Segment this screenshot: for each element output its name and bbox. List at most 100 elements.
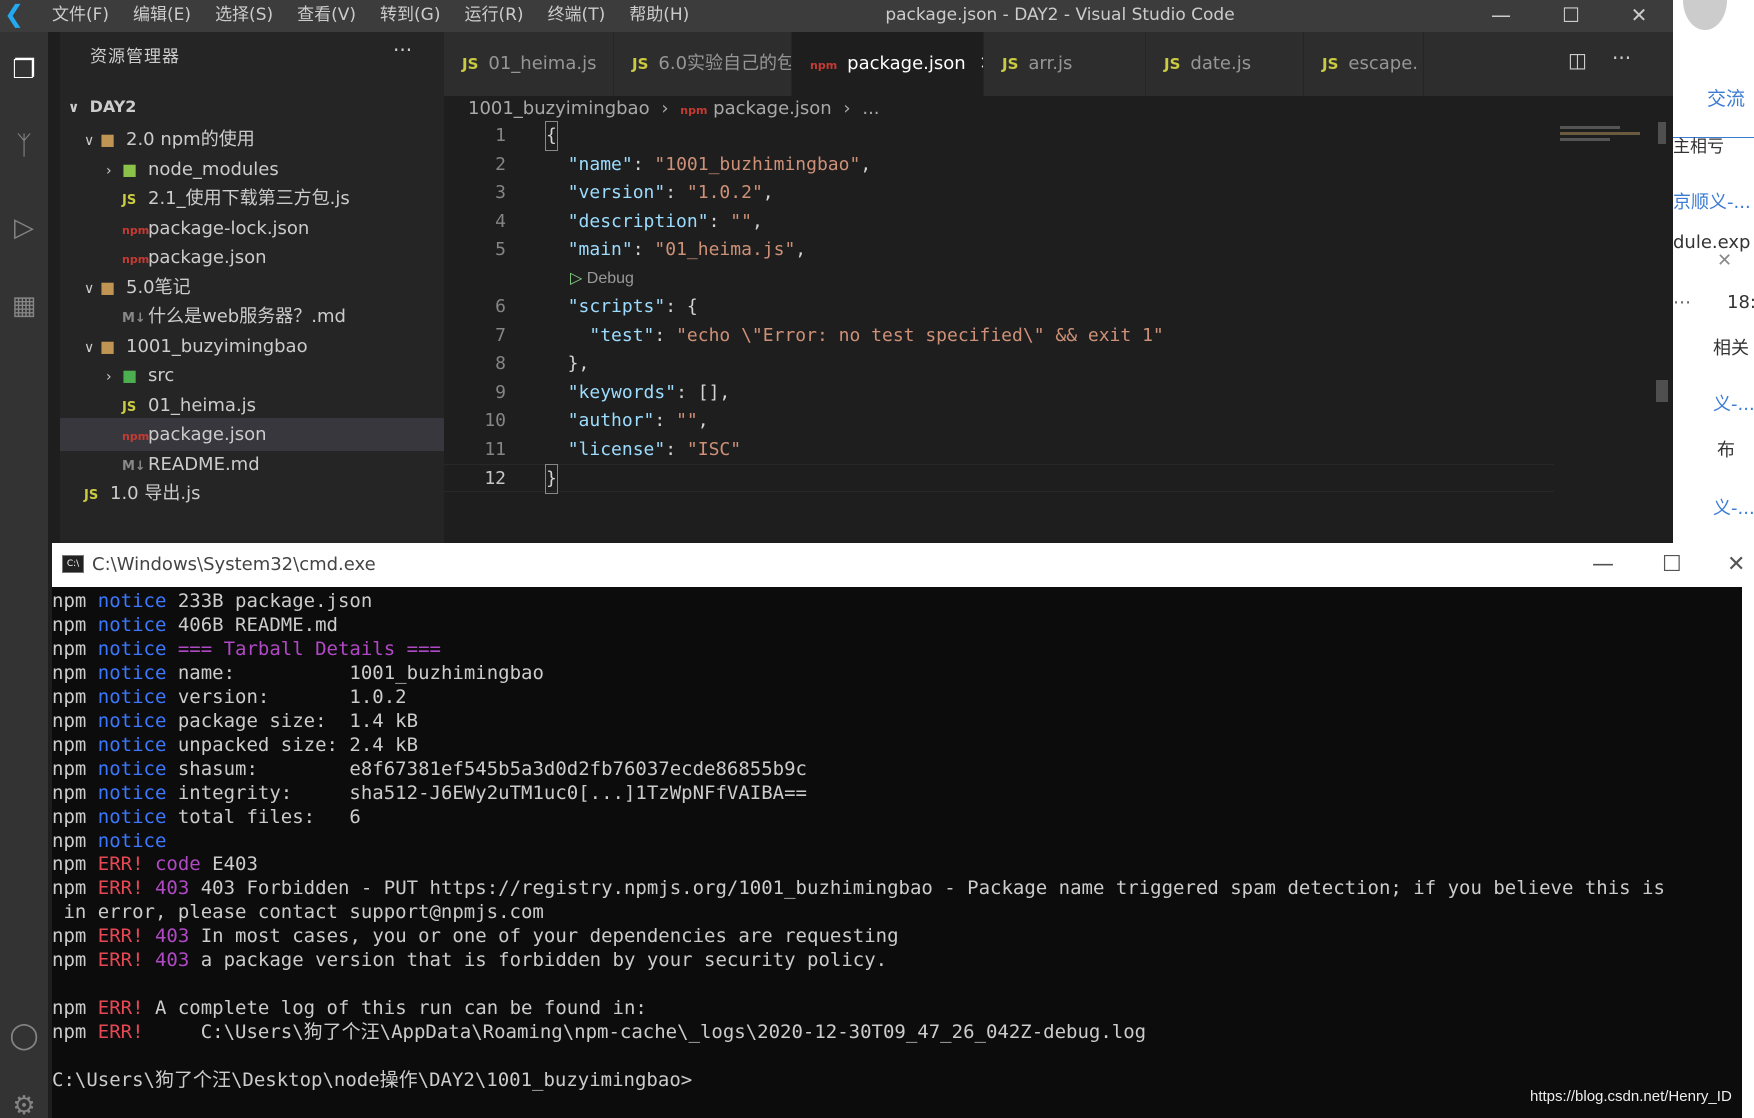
settings-gear-icon[interactable]: ⚙ [0,1082,48,1118]
terminal-line: npm notice 406B README.md [52,613,338,636]
breadcrumb: 1001_buzyimingbao › npm package.json › .… [468,96,880,122]
chevron-right-icon: › [843,98,851,119]
tree-item[interactable]: npmpackage.json [60,241,444,274]
code-text: "license": "ISC" [567,438,742,460]
line-number: 2 [495,153,506,175]
tab-label: 6.0实验自己的包.js [658,53,792,74]
menu-item[interactable]: 选择(S) [215,0,273,32]
tab[interactable]: npm package.json ✕ [792,32,984,96]
tree-item[interactable]: ∨ ■ 5.0笔记 [60,271,444,304]
tree-item[interactable]: JS 01_heima.js [60,389,444,422]
line-number: 12 [484,468,506,489]
line-number: 1 [495,125,506,146]
source-control-icon[interactable]: ᛉ [0,122,48,170]
codelens-debug[interactable]: Debug [587,270,634,287]
tree-item[interactable]: ∨ ■ 1001_buzyimingbao [60,330,444,363]
menu-item[interactable]: 帮助(H) [629,0,689,32]
maximize-icon[interactable]: ☐ [1550,0,1592,32]
tree-item-label: 什么是web服务器？.md [148,306,346,327]
menu-item[interactable]: 运行(R) [464,0,523,32]
code-text: }, [546,353,590,374]
menu-item[interactable]: 编辑(E) [133,0,191,32]
folder-icon: ■ [122,159,138,179]
menu-item[interactable]: 转到(G) [380,0,440,32]
tree-item-label: 01_heima.js [148,394,257,416]
run-debug-icon[interactable]: ▷ [0,204,48,252]
tree-item[interactable]: npmpackage.json [60,418,444,451]
editor-scrollbar[interactable] [1654,122,1668,543]
line-number: 5 [495,239,506,260]
breadcrumb-file[interactable]: package.json [713,98,832,119]
maximize-icon[interactable]: ☐ [1662,543,1682,587]
terminal-line: C:\Users\狗了个汪\Desktop\node操作\DAY2\1001_b… [52,1069,693,1091]
code-line: 11 "license": "ISC" [444,436,1554,464]
breadcrumb-folder[interactable]: 1001_buzyimingbao [468,98,650,119]
sidebar-title: 资源管理器 [90,47,180,67]
breadcrumb-rest[interactable]: ... [862,98,879,119]
line-number: 10 [484,410,506,431]
minimize-icon[interactable]: — [1592,543,1614,587]
tab[interactable]: JS 6.0实验自己的包.js [614,32,792,96]
cmd-output[interactable]: npm notice 233B package.json npm notice 4… [52,587,1754,1118]
tab[interactable]: JS 01_heima.js [444,32,614,96]
code-line: 9 "keywords": [], [444,379,1554,407]
tab-label: escape. [1348,53,1418,74]
tree-item-label: 2.1_使用下载第三方包.js [148,188,350,209]
tree-item-label: package-lock.json [148,217,310,239]
tree-item[interactable]: › ■ node_modules [60,153,444,186]
tab-label: arr.js [1028,53,1073,74]
tree-item[interactable]: npmpackage-lock.json [60,212,444,245]
terminal-line: npm notice shasum: e8f67381ef545b5a3d0d2… [52,757,807,780]
extensions-icon[interactable]: ▦ [0,282,48,330]
tree-item[interactable]: M↓ 什么是web服务器？.md [60,300,444,333]
code-text: "description": "", [567,210,763,232]
js-file-icon: JS [632,55,649,73]
tree-item-label: package.json [148,247,267,268]
menu-item[interactable]: 文件(F) [52,0,109,32]
explorer-sidebar: 资源管理器 ··· ∨ DAY2 ∨ ■ 2.0 npm的使用 › ■ node_modu… [60,32,444,543]
menu-bar: 文件(F) 编辑(E) 选择(S) 查看(V) 转到(G) 运行(R) 终端(T) 帮助(H) [52,0,689,32]
workspace-root[interactable]: ∨ DAY2 [60,90,444,123]
cmd-title-bar[interactable]: C:\ C:\Windows\System32\cmd.exe — ☐ ✕ [52,543,1754,587]
terminal-line: npm ERR! C:\Users\狗了个汪\AppData\Roaming\n… [52,1021,1147,1044]
minimap[interactable] [1560,122,1650,146]
tab[interactable]: JS arr.js [984,32,1146,96]
close-icon[interactable]: ✕ [1727,543,1745,587]
folder-icon: ■ [100,277,116,297]
line-number: 9 [495,381,506,403]
tree-item[interactable]: › ■ src [60,359,444,392]
cmd-title: C:\Windows\System32\cmd.exe [92,554,376,575]
split-editor-icon[interactable]: ◫ [1568,48,1587,72]
tab[interactable]: JS date.js [1146,32,1304,96]
right-link[interactable]: 交流 [1707,84,1745,111]
more-actions-icon[interactable]: ··· [393,38,412,62]
more-icon[interactable]: ⋯ [1673,292,1691,313]
close-icon[interactable]: ✕ [1717,250,1732,271]
cmd-scrollbar[interactable] [1742,587,1754,1118]
code-text: } [545,464,558,494]
terminal-line: npm notice integrity: sha512-J6EWy2uTM1u… [52,781,807,804]
account-icon[interactable]: ◯ [0,1012,48,1060]
cmd-window[interactable]: C:\ C:\Windows\System32\cmd.exe — ☐ ✕ np… [52,543,1754,1118]
tree-item-label: 1.0 导出.js [110,483,201,504]
close-icon[interactable]: ✕ [1618,0,1660,32]
menu-item[interactable]: 终端(T) [548,0,606,32]
minimize-icon[interactable]: — [1480,0,1522,32]
line-number: 3 [495,182,506,203]
menu-item[interactable]: 查看(V) [297,0,356,32]
tab[interactable]: JS escape. [1304,32,1424,96]
tree-item[interactable]: M↓ README.md [60,448,444,481]
code-line: 8 }, [444,350,1554,378]
tree-item[interactable]: JS 1.0 导出.js [60,477,444,510]
code-editor[interactable]: 1{2 "name": "1001_buzhimingbao", 3 "versi… [444,121,1673,543]
js-file-icon: JS [1002,55,1019,73]
terminal-line: npm ERR! code E403 [52,853,258,876]
tab-close-icon[interactable]: ✕ [974,53,983,74]
tree-item[interactable]: JS 2.1_使用下载第三方包.js [60,182,444,215]
code-text: "main": "01_heima.js", [567,239,807,260]
tree-item[interactable]: ∨ ■ 2.0 npm的使用 [60,123,444,156]
explorer-icon[interactable]: ❐ [0,46,48,94]
more-actions-icon[interactable]: ··· [1612,46,1631,70]
line-number: 7 [495,324,506,346]
code-line: 5 "main": "01_heima.js", [444,236,1554,264]
